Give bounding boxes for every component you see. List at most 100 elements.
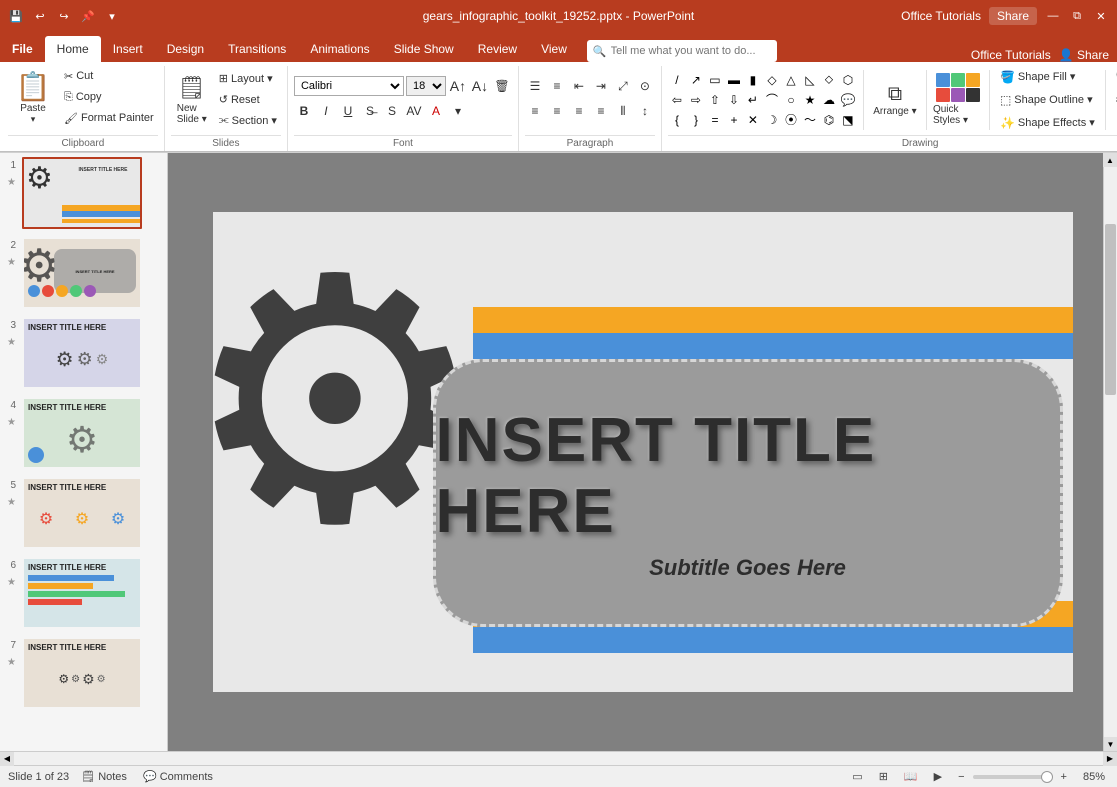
shape-triangle[interactable]: △ [782,71,800,89]
shape-arrow4[interactable]: ⇧ [706,91,724,109]
zoom-percent[interactable]: 85% [1079,770,1109,784]
slide-item-2[interactable]: 2 ★ ⚙ INSERT TITLE HERE [4,237,163,309]
quick-styles-button[interactable]: Quick Styles ▾ [933,69,983,131]
shape-line[interactable]: / [668,71,686,89]
find-button[interactable]: 🔍 Find [1112,67,1117,87]
window-minimize[interactable]: — [1045,8,1061,24]
convert-to-smartart-button[interactable]: ⊙ [635,76,655,96]
scroll-left-button[interactable]: ◀ [0,752,14,766]
scroll-right-button[interactable]: ▶ [1103,752,1117,766]
arrange-button[interactable]: ⧉ Arrange ▾ [870,69,920,131]
save-icon[interactable]: 💾 [8,8,24,24]
tab-animations[interactable]: Animations [298,36,381,62]
slide-item-6[interactable]: 6 ★ INSERT TITLE HERE [4,557,163,629]
spacing-button[interactable]: AV [404,101,424,121]
window-close[interactable]: ✕ [1093,8,1109,24]
redo-icon[interactable]: ↪ [56,8,72,24]
font-color-dropdown[interactable]: ▾ [448,101,468,121]
shape-more2[interactable]: ⬡ [839,71,857,89]
shape-x[interactable]: ✕ [744,111,762,129]
text-direction-button[interactable]: ⤢ [613,76,633,96]
office-tutorials-link[interactable]: Office Tutorials [901,9,981,23]
new-slide-button[interactable]: 🗒 NewSlide ▾ [171,69,213,131]
tab-file[interactable]: File [0,36,45,62]
shape-curve[interactable]: ⌒ [763,91,781,109]
reset-button[interactable]: ↺ Reset [215,90,281,110]
section-button[interactable]: ⫘ Section ▾ [215,111,281,131]
format-painter-button[interactable]: 🖌 Format Painter [60,108,158,128]
italic-button[interactable]: I [316,101,336,121]
bullets-button[interactable]: ☰ [525,76,545,96]
window-restore[interactable]: ⧉ [1069,8,1085,24]
slide-item-3[interactable]: 3 ★ INSERT TITLE HERE ⚙ ⚙ ⚙ [4,317,163,389]
tab-slideshow[interactable]: Slide Show [382,36,466,62]
select-button[interactable]: ↖ Select ▾ [1112,113,1117,133]
increase-font-button[interactable]: A↑ [448,76,468,96]
copy-button[interactable]: ⎘ Copy [60,87,158,107]
shape-bracket2[interactable]: } [687,111,705,129]
comments-button[interactable]: 💬 Comments [139,769,217,784]
tab-view[interactable]: View [529,36,579,62]
slide-thumb-2[interactable]: ⚙ INSERT TITLE HERE [22,237,142,309]
zoom-slider[interactable] [973,775,1053,779]
shape-double[interactable]: ⦿ [782,111,800,129]
slide-thumb-5[interactable]: INSERT TITLE HERE ⚙ ⚙ ⚙ [22,477,142,549]
zoom-in-button[interactable]: + [1057,770,1071,784]
scroll-down-button[interactable]: ▼ [1104,737,1117,751]
shape-bend[interactable]: ↵ [744,91,762,109]
line-spacing-button[interactable]: ↕ [635,101,655,121]
normal-view-button[interactable]: ▭ [848,769,866,784]
office-tutorials-tab[interactable]: Office Tutorials [971,48,1051,62]
bold-button[interactable]: B [294,101,314,121]
shape-rect3[interactable]: ▮ [744,71,762,89]
font-size-select[interactable]: 18 [406,76,446,96]
decrease-font-button[interactable]: A↓ [470,76,490,96]
customize-icon[interactable]: ▾ [104,8,120,24]
underline-button[interactable]: U [338,101,358,121]
justify-button[interactable]: ≡ [591,101,611,121]
slide-item-4[interactable]: 4 ★ INSERT TITLE HERE ⚙ [4,397,163,469]
shape-eq[interactable]: = [706,111,724,129]
align-right-button[interactable]: ≡ [569,101,589,121]
decrease-indent-button[interactable]: ⇤ [569,76,589,96]
share-button[interactable]: Share [989,7,1037,25]
slide-item-1[interactable]: 1 ★ ⚙ INSERT TITLE HERE [4,157,163,229]
font-color-button[interactable]: A [426,101,446,121]
scroll-thumb[interactable] [1105,224,1116,395]
shape-more[interactable]: ⬦ [820,71,838,89]
increase-indent-button[interactable]: ⇥ [591,76,611,96]
shape-arrow2[interactable]: ⇦ [668,91,686,109]
clear-format-button[interactable]: 🗑 [492,76,512,96]
shape-extra2[interactable]: ⬔ [839,111,857,129]
shape-star[interactable]: ★ [801,91,819,109]
share-tab-btn[interactable]: 👤 Share [1059,48,1109,62]
shape-bracket[interactable]: { [668,111,686,129]
shape-extra1[interactable]: ⌬ [820,111,838,129]
align-left-button[interactable]: ≡ [525,101,545,121]
title-banner[interactable]: INSERT TITLE HERE Subtitle Goes Here [433,359,1063,627]
paste-button[interactable]: 📋 Paste ▾ [8,66,58,128]
layout-button[interactable]: ⊞ Layout ▾ [215,69,281,89]
slide-thumb-1[interactable]: ⚙ INSERT TITLE HERE [22,157,142,229]
tab-home[interactable]: Home [45,36,101,62]
numbering-button[interactable]: ≡ [547,76,567,96]
shape-arrow5[interactable]: ⇩ [725,91,743,109]
zoom-out-button[interactable]: − [954,770,968,784]
shape-moon[interactable]: ☽ [763,111,781,129]
shape-cloud[interactable]: ☁ [820,91,838,109]
slide-item-7[interactable]: 7 ★ INSERT TITLE HERE ⚙ ⚙ ⚙ ⚙ [4,637,163,709]
shape-wave[interactable]: 〜 [801,111,819,129]
cut-button[interactable]: ✂ Cut [60,66,158,86]
tab-insert[interactable]: Insert [101,36,155,62]
shape-rect[interactable]: ▭ [706,71,724,89]
shape-arrow[interactable]: ↗ [687,71,705,89]
undo-icon[interactable]: ↩ [32,8,48,24]
slide-thumb-6[interactable]: INSERT TITLE HERE [22,557,142,629]
notes-button[interactable]: 🗒 Notes [77,769,131,784]
pin-icon[interactable]: 📌 [80,8,96,24]
replace-button[interactable]: ⇄ Replace [1112,90,1117,110]
shape-rect2[interactable]: ▬ [725,71,743,89]
font-family-select[interactable]: Calibri [294,76,404,96]
shape-callout[interactable]: 💬 [839,91,857,109]
vertical-scroll-up[interactable]: ▲ [1103,153,1117,167]
